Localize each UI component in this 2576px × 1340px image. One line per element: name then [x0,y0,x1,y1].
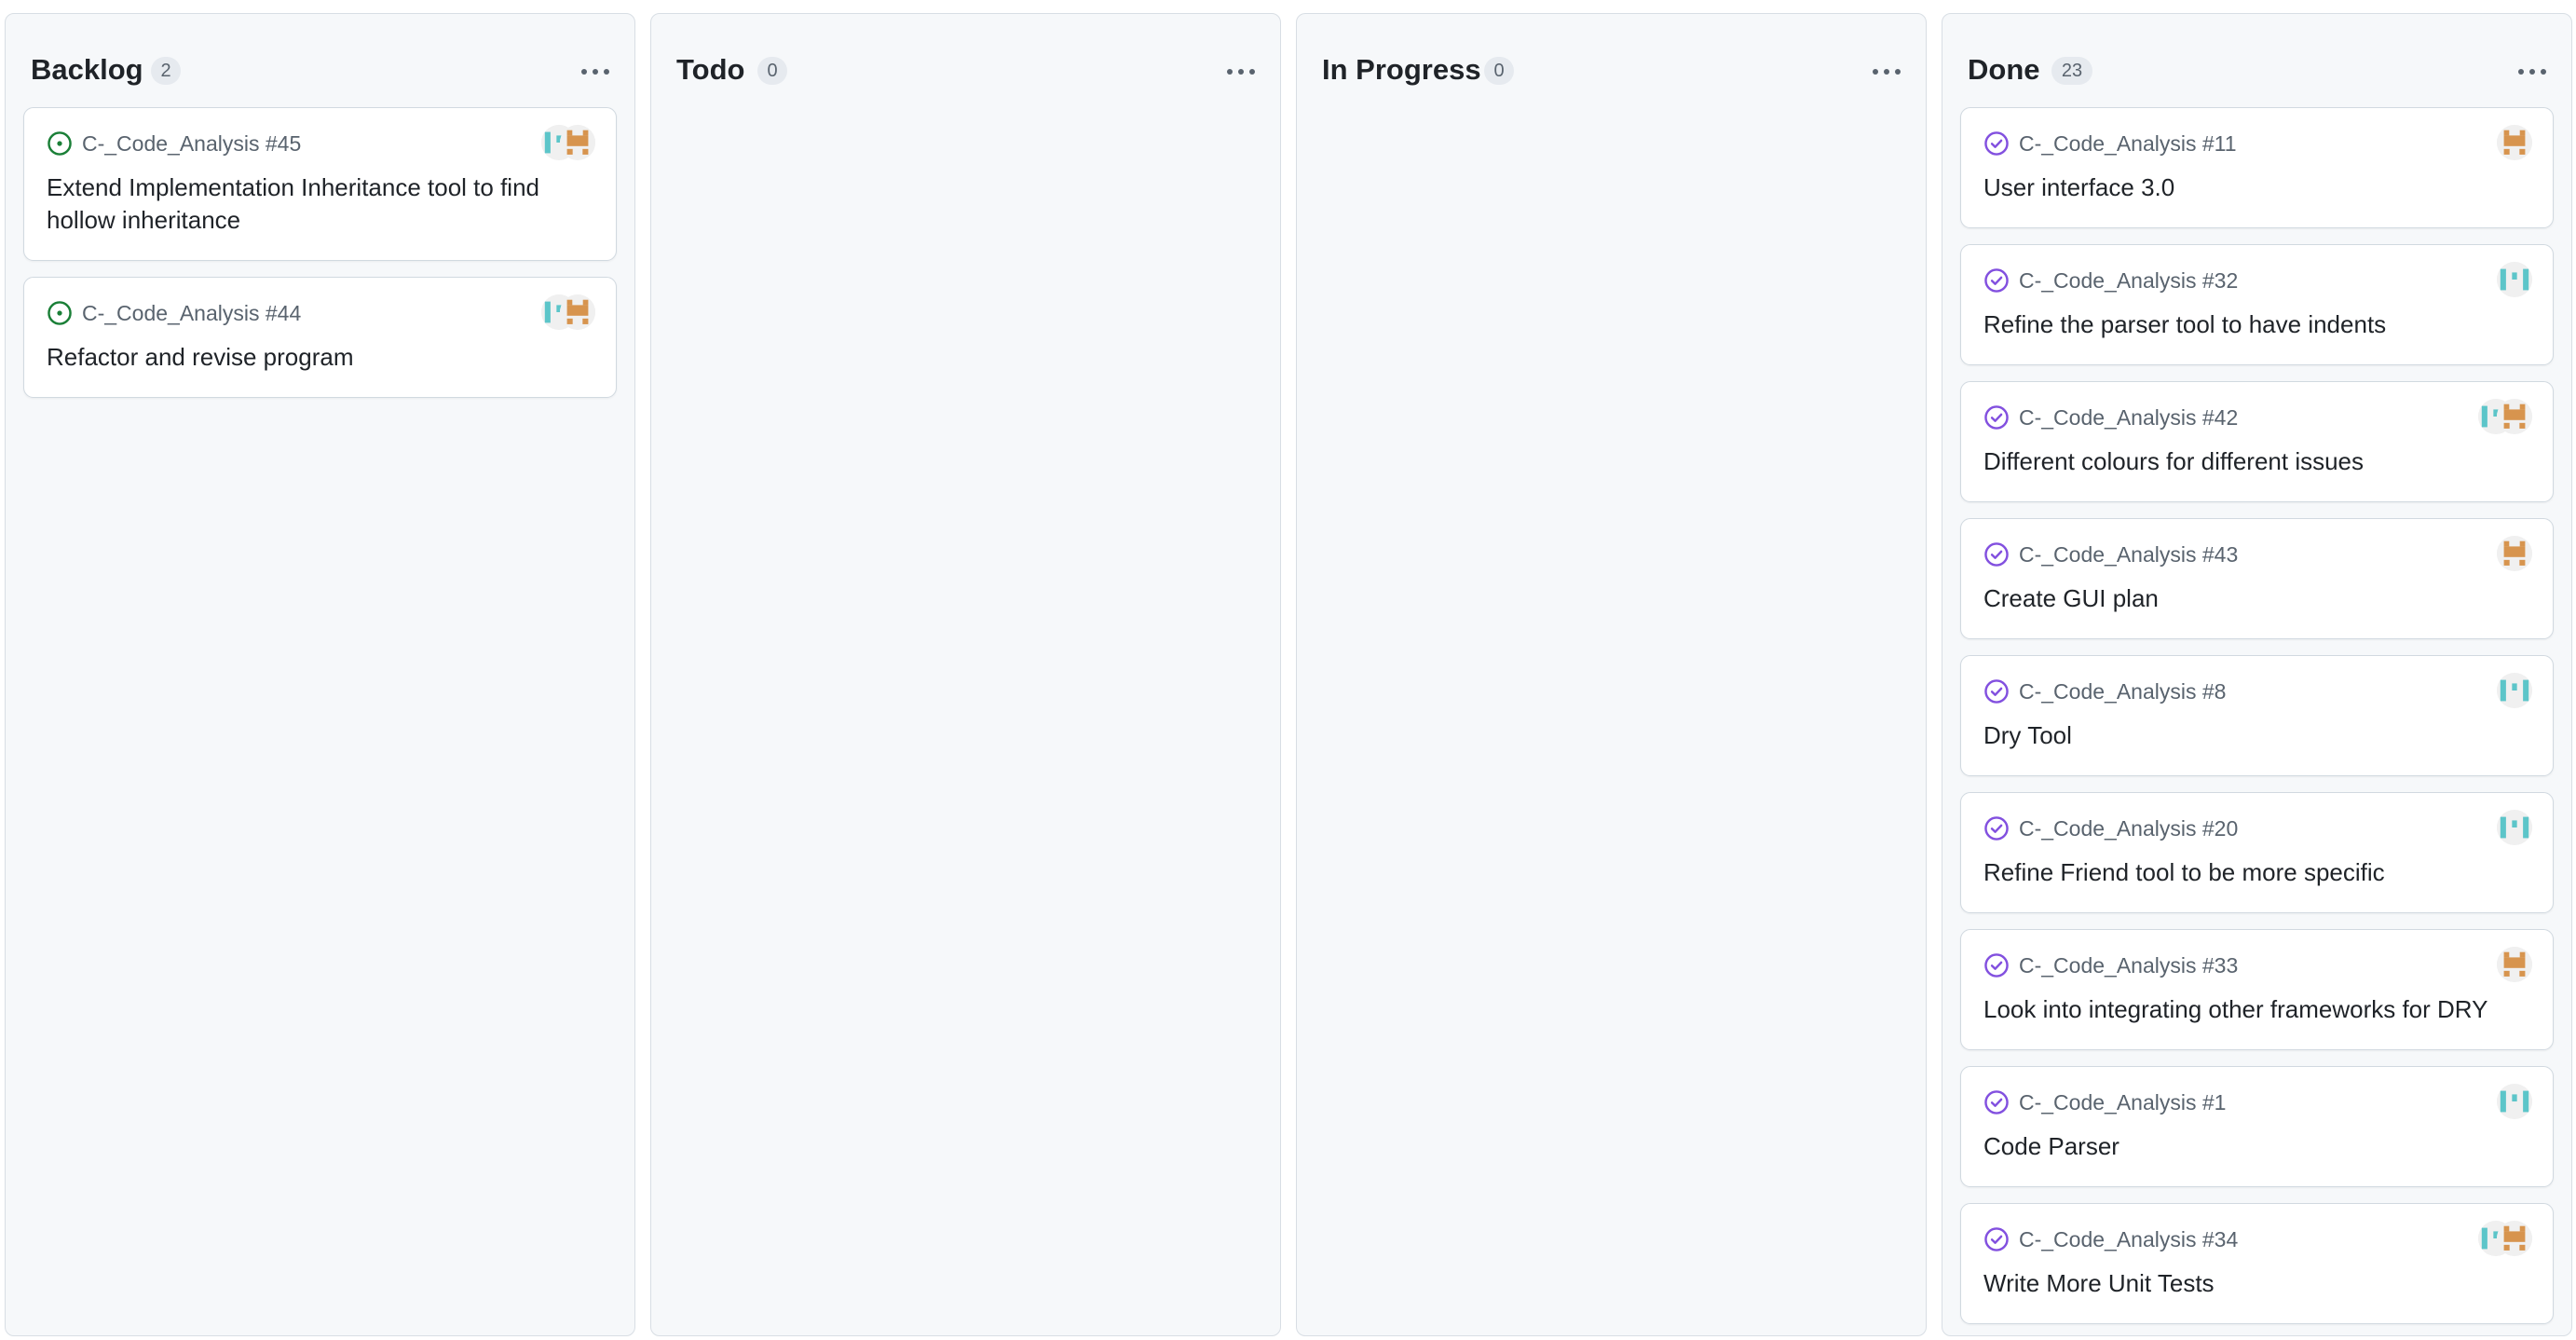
column-menu-button[interactable] [575,53,616,90]
closed-issue-icon [1983,267,2010,294]
closed-issue-icon [1983,815,2010,841]
column-header: Todo 0 [676,40,1261,103]
column-menu-button[interactable] [1866,53,1907,90]
column-header: Done 23 [1968,40,2553,103]
issue-card[interactable]: C-_Code_Analysis #11 User interface 3.0 [1960,107,2554,228]
issue-reference: C-_Code_Analysis #42 [2019,404,2239,430]
column-count-badge: 0 [1484,57,1514,85]
assignee-avatars [2497,536,2532,571]
more-horizontal-icon [1227,69,1255,75]
column-title: In Progress [1322,53,1481,86]
assignee-avatars [2478,1221,2532,1256]
issue-reference: C-_Code_Analysis #45 [82,130,302,156]
assignee-avatars [2497,810,2532,845]
project-board: Backlog 2 C-_Code_Analysis #45 Extend Im… [0,0,2576,1336]
issue-title[interactable]: Different colours for different issues [1983,445,2530,478]
column-title: Todo [676,53,745,86]
orange-pixel-avatar[interactable] [2497,399,2532,434]
issue-title[interactable]: Extend Implementation Inheritance tool t… [47,171,593,237]
issue-reference: C-_Code_Analysis #1 [2019,1089,2227,1114]
column-title: Backlog [31,53,143,86]
assignee-avatars [2497,262,2532,297]
assignee-avatars [541,125,595,160]
column-title: Done [1968,53,2040,86]
orange-pixel-avatar[interactable] [560,294,595,330]
issue-card[interactable]: C-_Code_Analysis #43 Create GUI plan [1960,518,2554,639]
orange-pixel-avatar[interactable] [2497,125,2532,160]
issue-reference: C-_Code_Analysis #34 [2019,1226,2239,1251]
issue-title[interactable]: Refactor and revise program [47,341,593,374]
issue-title[interactable]: Dry Tool [1983,719,2530,752]
assignee-avatars [2497,947,2532,982]
issue-title[interactable]: Code Parser [1983,1130,2530,1163]
issue-reference: C-_Code_Analysis #43 [2019,541,2239,567]
column-header: In Progress 0 [1322,40,1907,103]
closed-issue-icon [1983,678,2010,704]
closed-issue-icon [1983,130,2010,157]
issue-card[interactable]: C-_Code_Analysis #34 Write More Unit Tes… [1960,1203,2554,1324]
closed-issue-icon [1983,952,2010,978]
issue-reference: C-_Code_Analysis #44 [82,300,302,325]
teal-pixel-avatar[interactable] [2497,673,2532,708]
assignee-avatars [2497,673,2532,708]
issue-reference: C-_Code_Analysis #32 [2019,267,2239,293]
orange-pixel-avatar[interactable] [2497,947,2532,982]
more-horizontal-icon [1873,69,1901,75]
issue-reference: C-_Code_Analysis #33 [2019,952,2239,978]
column-header: Backlog 2 [31,40,616,103]
issue-reference: C-_Code_Analysis #20 [2019,815,2239,841]
orange-pixel-avatar[interactable] [560,125,595,160]
assignee-avatars [2478,399,2532,434]
issue-reference: C-_Code_Analysis #8 [2019,678,2227,704]
assignee-avatars [2497,125,2532,160]
issue-card[interactable]: C-_Code_Analysis #32 Refine the parser t… [1960,244,2554,365]
issue-title[interactable]: Write More Unit Tests [1983,1267,2530,1300]
closed-issue-icon [1983,404,2010,431]
issue-card[interactable]: C-_Code_Analysis #33 Look into integrati… [1960,929,2554,1050]
issue-title[interactable]: Look into integrating other frameworks f… [1983,993,2530,1026]
column-menu-button[interactable] [2512,53,2553,90]
more-horizontal-icon [581,69,609,75]
closed-issue-icon [1983,541,2010,567]
assignee-avatars [541,294,595,330]
issue-card[interactable]: C-_Code_Analysis #20 Refine Friend tool … [1960,792,2554,913]
issue-title[interactable]: Refine the parser tool to have indents [1983,308,2530,341]
closed-issue-icon [1983,1226,2010,1252]
column-todo: Todo 0 [650,13,1281,1336]
orange-pixel-avatar[interactable] [2497,536,2532,571]
closed-issue-icon [1983,1089,2010,1115]
teal-pixel-avatar[interactable] [2497,810,2532,845]
teal-pixel-avatar[interactable] [2497,262,2532,297]
issue-card[interactable]: C-_Code_Analysis #1 Code Parser [1960,1066,2554,1187]
column-count-badge: 23 [2051,57,2092,85]
teal-pixel-avatar[interactable] [2497,1084,2532,1119]
issue-title[interactable]: Create GUI plan [1983,582,2530,615]
issue-reference: C-_Code_Analysis #11 [2019,130,2237,156]
more-horizontal-icon [2518,69,2546,75]
open-issue-icon [47,130,73,157]
assignee-avatars [2497,1084,2532,1119]
orange-pixel-avatar[interactable] [2497,1221,2532,1256]
column-count-badge: 0 [757,57,787,85]
issue-title[interactable]: Refine Friend tool to be more specific [1983,856,2530,889]
open-issue-icon [47,300,73,326]
column-done: Done 23 C-_Code_Analysis #11 User interf… [1942,13,2572,1336]
issue-title[interactable]: User interface 3.0 [1983,171,2530,204]
issue-card[interactable]: C-_Code_Analysis #8 Dry Tool [1960,655,2554,776]
column-in-progress: In Progress 0 [1296,13,1927,1336]
column-cards: C-_Code_Analysis #11 User interface 3.0 … [1960,107,2554,1340]
column-menu-button[interactable] [1220,53,1261,90]
column-backlog: Backlog 2 C-_Code_Analysis #45 Extend Im… [5,13,635,1336]
column-cards: C-_Code_Analysis #45 Extend Implementati… [23,107,617,414]
issue-card[interactable]: C-_Code_Analysis #44 Refactor and revise… [23,277,617,398]
column-count-badge: 2 [151,57,181,85]
issue-card[interactable]: C-_Code_Analysis #45 Extend Implementati… [23,107,617,261]
issue-card[interactable]: C-_Code_Analysis #42 Different colours f… [1960,381,2554,502]
